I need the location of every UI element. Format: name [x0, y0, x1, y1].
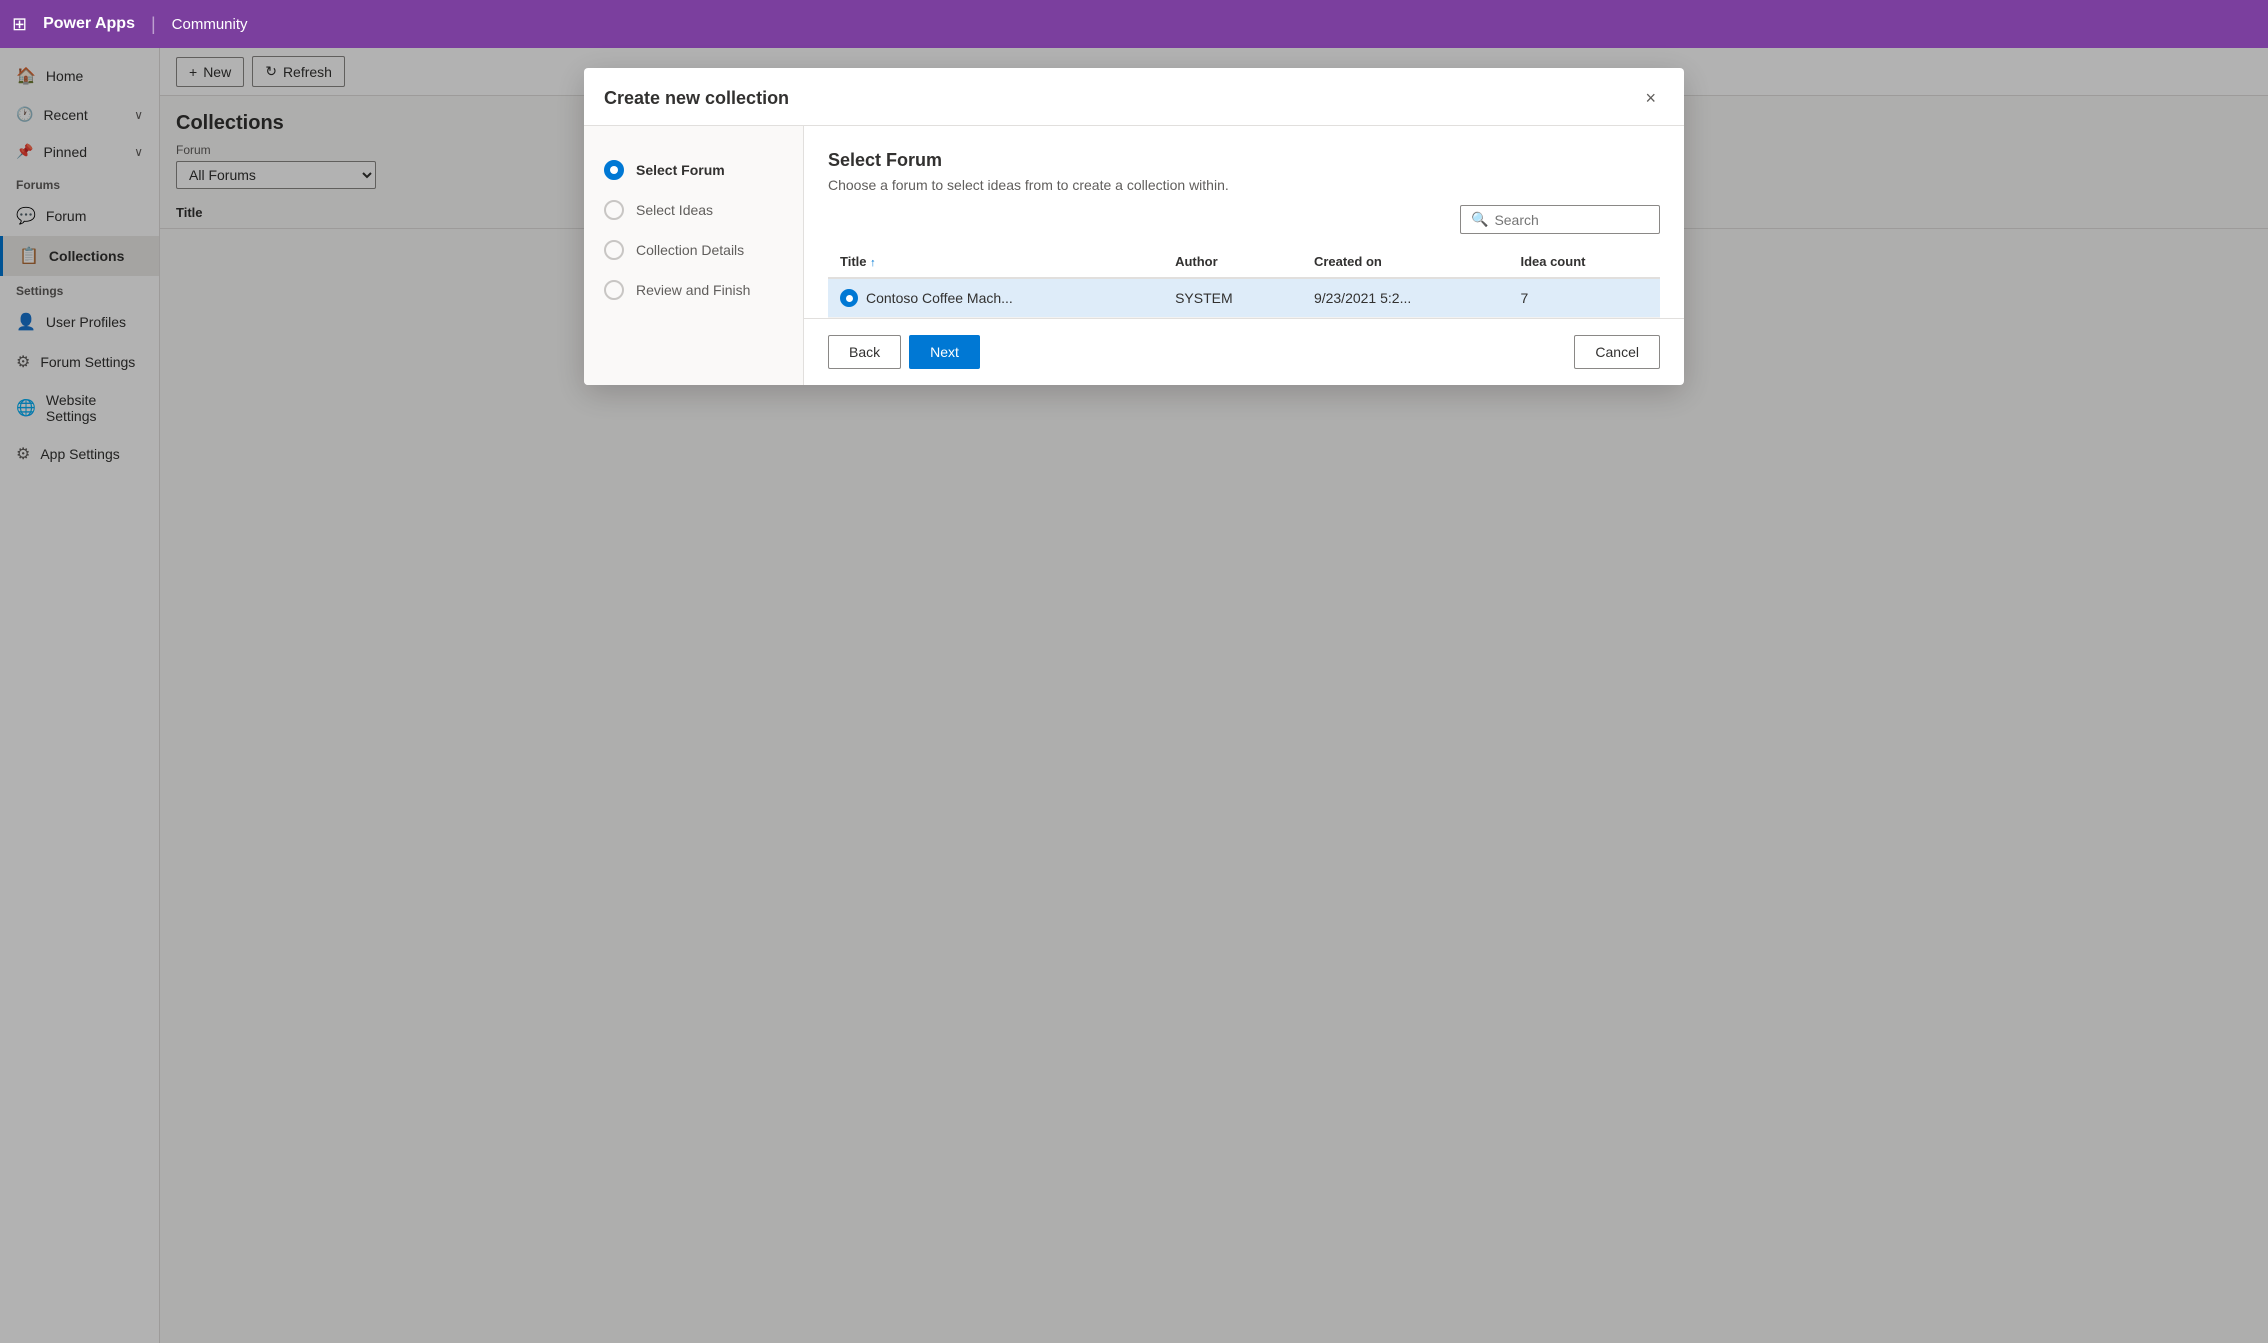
step-review-finish[interactable]: Review and Finish	[600, 270, 787, 310]
table-cell-author: SYSTEM	[1163, 278, 1302, 318]
modal-footer-left: Back Next	[828, 335, 980, 369]
step-select-forum[interactable]: Select Forum	[600, 150, 787, 190]
step-circle-review-finish	[604, 280, 624, 300]
table-row[interactable]: Contoso Coffee Mach... SYSTEM 9/23/2021 …	[828, 278, 1660, 318]
create-collection-modal: Create new collection × Select Forum Sel…	[584, 68, 1684, 385]
col-header-idea-count: Idea count	[1508, 246, 1660, 278]
back-button[interactable]: Back	[828, 335, 901, 369]
app-name: Power Apps	[43, 15, 135, 33]
steps-panel: Select Forum Select Ideas Collection Det…	[584, 126, 804, 385]
table-cell-idea-count: 7	[1508, 278, 1660, 318]
modal-right-header: Select Forum Choose a forum to select id…	[804, 126, 1684, 205]
forum-table-body: Contoso Coffee Mach... SYSTEM 9/23/2021 …	[828, 278, 1660, 318]
forum-table-header-row: Title Author Created on Idea count	[828, 246, 1660, 278]
waffle-icon[interactable]: ⊞	[12, 14, 27, 35]
modal-right-description: Choose a forum to select ideas from to c…	[828, 177, 1660, 193]
modal-footer: Back Next Cancel	[804, 318, 1684, 385]
topbar: ⊞ Power Apps | Community	[0, 0, 2268, 48]
step-circle-collection-details	[604, 240, 624, 260]
topbar-divider: |	[151, 14, 156, 35]
modal-search-row: 🔍	[804, 205, 1684, 246]
step-circle-select-forum	[604, 160, 624, 180]
modal-search-container[interactable]: 🔍	[1460, 205, 1660, 234]
step-label-select-forum: Select Forum	[636, 162, 725, 178]
table-cell-created-on: 9/23/2021 5:2...	[1302, 278, 1509, 318]
step-select-ideas[interactable]: Select Ideas	[600, 190, 787, 230]
forum-table-container: Title Author Created on Idea count	[804, 246, 1684, 318]
modal-close-button[interactable]: ×	[1637, 84, 1664, 113]
row-radio-selected	[840, 289, 858, 307]
col-header-author: Author	[1163, 246, 1302, 278]
col-header-title[interactable]: Title	[828, 246, 1163, 278]
step-label-select-ideas: Select Ideas	[636, 202, 713, 218]
modal-right-panel: Select Forum Choose a forum to select id…	[804, 126, 1684, 385]
forum-row-title: Contoso Coffee Mach...	[866, 290, 1013, 306]
search-input[interactable]	[1494, 212, 1649, 228]
search-icon: 🔍	[1471, 211, 1488, 228]
forum-table-head: Title Author Created on Idea count	[828, 246, 1660, 278]
modal-body: Select Forum Select Ideas Collection Det…	[584, 126, 1684, 385]
modal-title: Create new collection	[604, 88, 789, 109]
step-label-review-finish: Review and Finish	[636, 282, 750, 298]
topbar-community: Community	[172, 16, 248, 33]
cancel-button[interactable]: Cancel	[1574, 335, 1660, 369]
modal-header: Create new collection ×	[584, 68, 1684, 126]
modal-backdrop: Create new collection × Select Forum Sel…	[0, 48, 2268, 1343]
step-collection-details[interactable]: Collection Details	[600, 230, 787, 270]
table-cell-title: Contoso Coffee Mach...	[828, 278, 1163, 318]
next-button[interactable]: Next	[909, 335, 980, 369]
col-header-created-on: Created on	[1302, 246, 1509, 278]
step-label-collection-details: Collection Details	[636, 242, 744, 258]
modal-right-title: Select Forum	[828, 150, 1660, 171]
forum-table: Title Author Created on Idea count	[828, 246, 1660, 318]
step-circle-select-ideas	[604, 200, 624, 220]
